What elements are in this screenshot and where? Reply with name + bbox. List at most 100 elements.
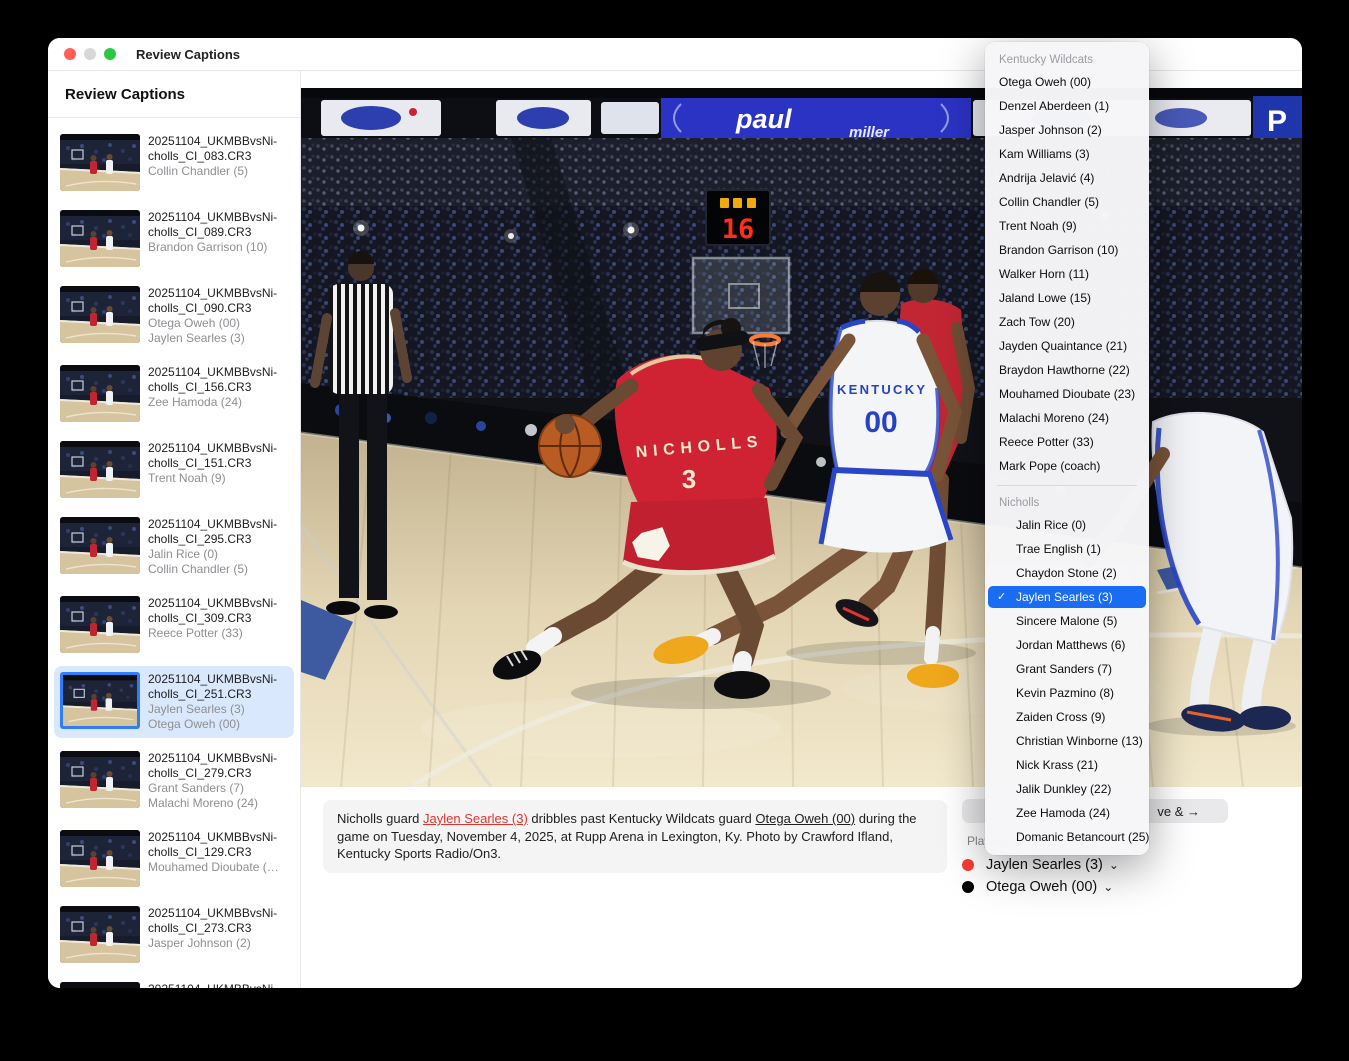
thumbnail-player-tag: Collin Chandler (5) [148,562,277,577]
thumbnail-players: Otega Oweh (00)Jaylen Searles (3) [148,316,277,346]
dropdown-item[interactable]: Malachi Moreno (24) [985,406,1149,430]
dropdown-item[interactable]: Walker Horn (11) [985,262,1149,286]
player-selection-dropdown[interactable]: Jaylen Searles (3)⌄ [962,855,1119,875]
list-item[interactable]: 20251104_UKMBBvsNi-cholls_CI_151.CR3 Tre… [54,435,294,504]
dropdown-item-label: Jaland Lowe (15) [999,291,1091,305]
dropdown-item-label: Grant Sanders (7) [1016,662,1112,676]
dropdown-item[interactable]: Christian Winborne (13) [985,729,1149,753]
thumbnail-players: Zee Hamoda (24) [148,395,277,410]
dropdown-item[interactable]: Andrija Jelavić (4) [985,166,1149,190]
dropdown-item[interactable]: Braydon Hawthorne (22) [985,358,1149,382]
dropdown-item[interactable]: Trae English (1) [985,537,1149,561]
list-item[interactable]: 20251104_UKMBBvsNi-cholls_CI_156.CR3 Zee… [54,359,294,428]
thumbnail-art [60,596,140,653]
list-item[interactable]: 20251104_UKMBBvsNi-cholls_CI_295.CR3 Jal… [54,511,294,583]
photo-thumbnail [60,365,140,422]
dropdown-item[interactable]: Zach Tow (20) [985,310,1149,334]
dropdown-item[interactable]: Jayden Quaintance (21) [985,334,1149,358]
dropdown-item[interactable]: Jasper Johnson (2) [985,118,1149,142]
thumbnail-meta: 20251104_UKMBBvsNi-cholls_CI_309.CR3 Ree… [148,596,277,653]
dropdown-item[interactable]: Kevin Pazmino (8) [985,681,1149,705]
dropdown-section-header: Nicholls [985,493,1149,513]
thumbnail-meta: 20251104_UKMBBvsNi-cholls_CI_129.CR3 Mou… [148,830,279,887]
dropdown-item-label: Jayden Quaintance (21) [999,339,1127,353]
thumbnail-player-tag: Jaylen Searles (3) [148,702,277,717]
player-color-dot [962,881,974,893]
dropdown-item[interactable]: Sincere Malone (5) [985,609,1149,633]
photo-thumbnail [60,517,140,574]
thumbnail-art [60,830,140,887]
dropdown-item-label: Jalik Dunkley (22) [1016,782,1111,796]
dropdown-item-label: Zee Hamoda (24) [1016,806,1110,820]
caption-text: Nicholls guard Jaylen Searles (3) dribbl… [323,800,947,873]
dropdown-item[interactable]: Brandon Garrison (10) [985,238,1149,262]
dropdown-item[interactable]: Trent Noah (9) [985,214,1149,238]
dropdown-item-label: Trent Noah (9) [999,219,1077,233]
dropdown-item[interactable]: Jordan Matthews (6) [985,633,1149,657]
list-item[interactable]: 20251104_UKMBBvsNi-cholls_CI_090.CR3 Ote… [54,280,294,352]
caption-player-link[interactable]: Otega Oweh (00) [755,811,855,826]
list-item[interactable]: 20251104_UKMBBvsNi-cholls_CI_251.CR3 Jay… [54,666,294,738]
photo-thumbnail [60,134,140,191]
dropdown-item-label: Malachi Moreno (24) [999,411,1109,425]
close-button[interactable] [64,48,76,60]
dropdown-item[interactable]: Zaiden Cross (9) [985,705,1149,729]
thumbnail-filename: 20251104_UKMBBvsNi-cholls_CI_089.CR3 [148,210,277,240]
list-item[interactable]: 20251104_UKMBBvsNi-cholls_CI_309.CR3 Ree… [54,590,294,659]
dropdown-item[interactable]: ✓Jaylen Searles (3) [988,586,1146,608]
thumbnail-player-tag: Reece Potter (33) [148,626,277,641]
list-item[interactable]: 20251104_UKMBBvsNi-cholls_CI_089.CR3 Bra… [54,204,294,273]
dropdown-item[interactable]: Collin Chandler (5) [985,190,1149,214]
thumbnail-player-tag: Trent Noah (9) [148,471,277,486]
dropdown-item-label: Kam Williams (3) [999,147,1090,161]
thumbnail-meta: 20251104_UKMBBvsNi-cholls_CI_273.CR3 Jas… [148,906,277,963]
window-title: Review Captions [136,47,240,62]
thumbnail-art [60,751,140,808]
chevron-down-icon: ⌄ [1103,882,1113,892]
dropdown-item[interactable]: Jalik Dunkley (22) [985,777,1149,801]
dropdown-item-label: Zaiden Cross (9) [1016,710,1105,724]
list-item[interactable]: 20251104_UKMBBvsNi-cholls_CI_279.CR3 Gra… [54,745,294,817]
dropdown-item[interactable]: Denzel Aberdeen (1) [985,94,1149,118]
dropdown-item-label: Brandon Garrison (10) [999,243,1118,257]
thumbnail-art [60,210,140,267]
app-window: Review Captions Review Captions [48,38,1302,988]
thumbnail-art [60,365,140,422]
thumbnail-player-tag: Mouhamed Dioubate (… [148,860,279,875]
thumbnail-players: Collin Chandler (5) [148,164,277,179]
dropdown-item[interactable]: Jaland Lowe (15) [985,286,1149,310]
main-panel: paul miller P [301,71,1302,988]
dropdown-item[interactable]: Nick Krass (21) [985,753,1149,777]
thumbnail-meta: 20251104_UKMBBvsNi-cholls_CI_251.CR3 Jay… [148,672,277,732]
list-item[interactable]: 20251104_UKMBBvsNi-cholls_CI_083.CR3 Col… [54,128,294,197]
player-dropdown: Kentucky WildcatsOtega Oweh (00)Denzel A… [985,42,1149,855]
dropdown-item[interactable]: Jalin Rice (0) [985,513,1149,537]
dropdown-item[interactable]: Mark Pope (coach) [985,454,1149,478]
dropdown-item[interactable]: Zee Hamoda (24) [985,801,1149,825]
caption-player-link[interactable]: Jaylen Searles (3) [423,811,528,826]
dropdown-item[interactable]: Kam Williams (3) [985,142,1149,166]
player-selection-label: Otega Oweh (00) [986,879,1097,895]
minimize-button[interactable] [84,48,96,60]
dropdown-item[interactable]: Grant Sanders (7) [985,657,1149,681]
list-item[interactable]: 20251104_UKMBBvsNi-cholls_CI_129.CR3 Mou… [54,824,294,893]
dropdown-item[interactable]: Reece Potter (33) [985,430,1149,454]
dropdown-item[interactable]: Mouhamed Dioubate (23) [985,382,1149,406]
photo-thumbnail [60,906,140,963]
dropdown-item[interactable]: Domanic Betancourt (25) [985,825,1149,849]
kentucky-jersey-number: 00 [864,406,897,439]
zoom-button[interactable] [104,48,116,60]
thumbnail-art [63,675,137,726]
list-item[interactable]: 20251104_UKMBBvsNi-cholls_CI_273.CR3 Jas… [54,900,294,969]
thumbnail-meta: 20251104_UKMBBvsNi-cholls_CI_295.CR3 Jal… [148,517,277,577]
dropdown-item[interactable]: Otega Oweh (00) [985,70,1149,94]
thumbnail-art [60,134,140,191]
dropdown-item-label: Trae English (1) [1016,542,1101,556]
thumbnail-list[interactable]: 20251104_UKMBBvsNi-cholls_CI_083.CR3 Col… [48,118,300,988]
player-selection-dropdown[interactable]: Otega Oweh (00) ⌄ [962,877,1113,897]
list-item[interactable]: 20251104_UKMBBvsNi- [54,976,294,988]
dropdown-item[interactable]: Chaydon Stone (2) [985,561,1149,585]
dropdown-item-label: Otega Oweh (00) [999,75,1091,89]
dropdown-item-label: Kevin Pazmino (8) [1016,686,1114,700]
checkmark-icon: ✓ [997,586,1006,608]
